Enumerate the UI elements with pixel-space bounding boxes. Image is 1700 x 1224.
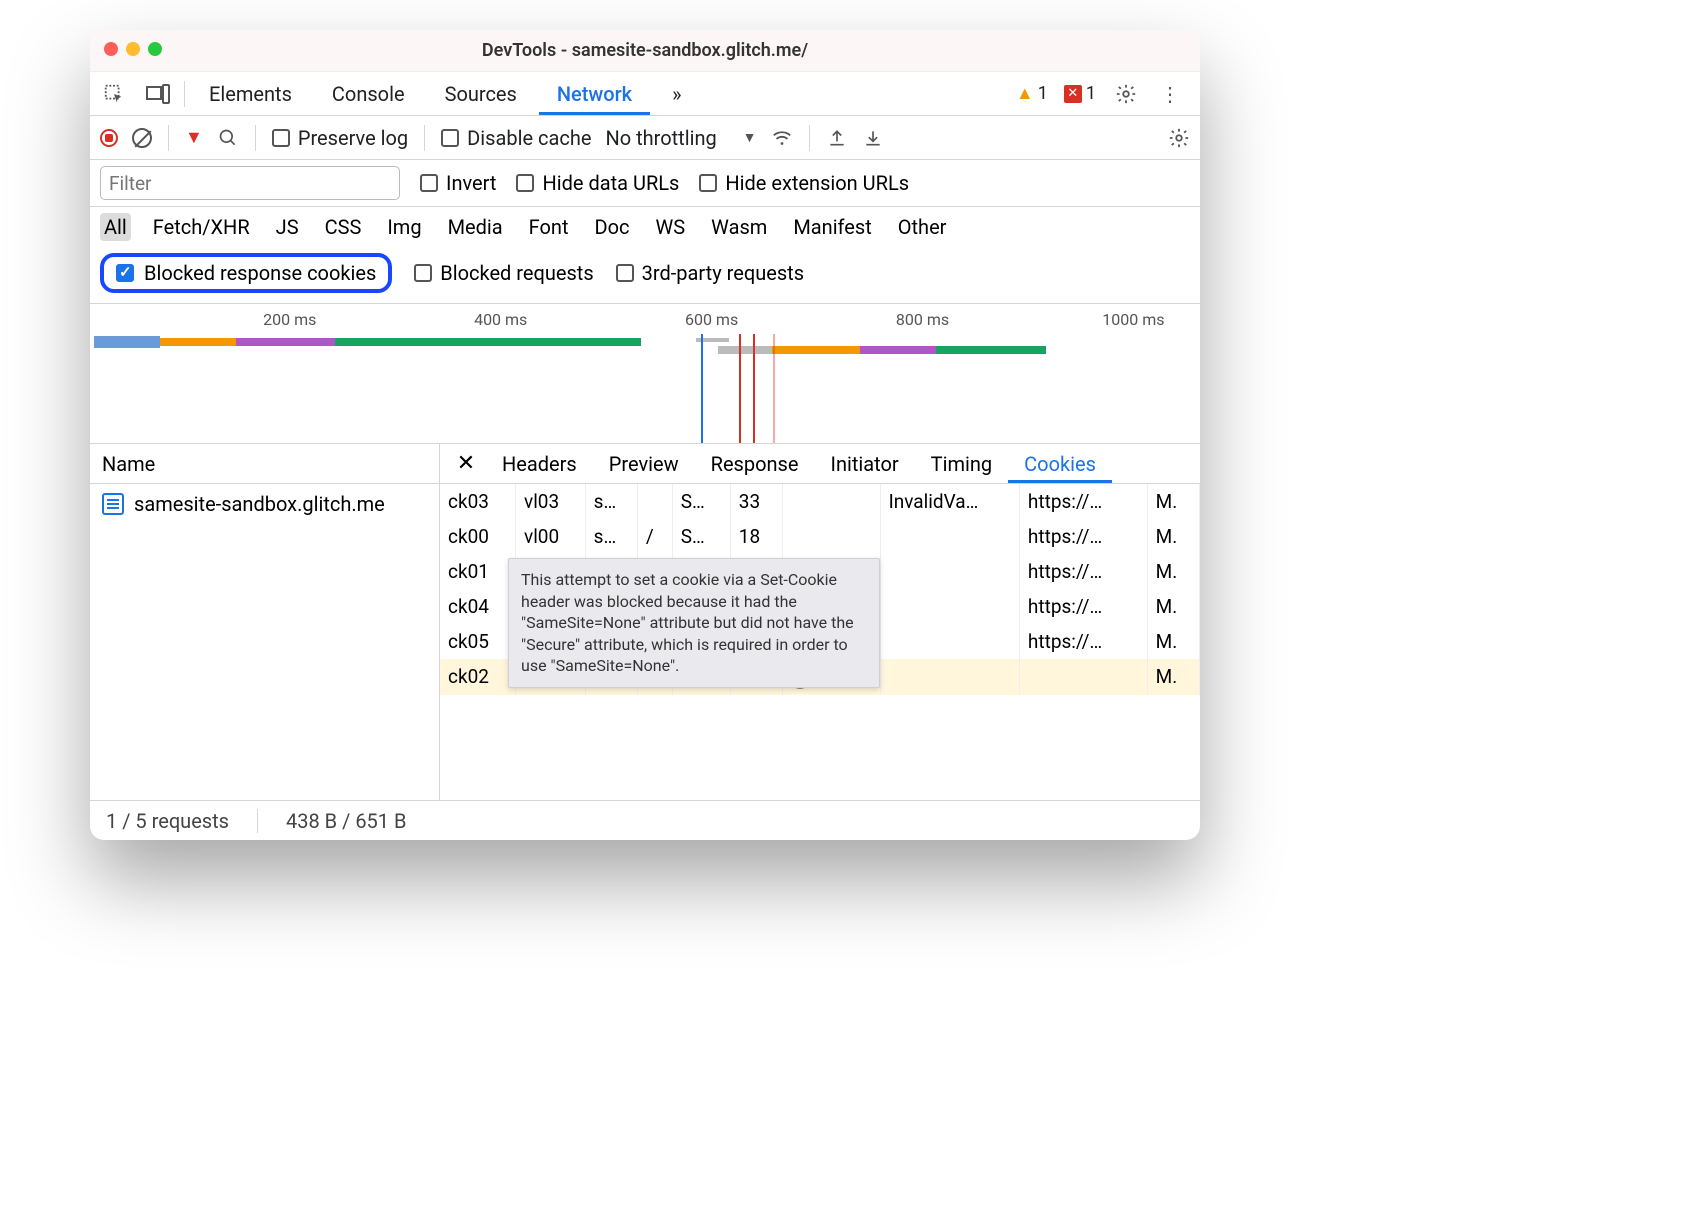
document-icon <box>102 493 124 515</box>
type-ws[interactable]: WS <box>652 213 690 241</box>
type-doc[interactable]: Doc <box>591 213 634 241</box>
name-column-header[interactable]: Name <box>90 444 439 484</box>
network-toolbar: ▼ Preserve log Disable cache No throttli… <box>90 116 1200 160</box>
detail-panel: ✕ HeadersPreviewResponseInitiatorTimingC… <box>440 444 1200 800</box>
third-party-checkbox[interactable]: 3rd-party requests <box>616 261 804 285</box>
warnings-count[interactable]: ▲1 <box>1016 83 1048 104</box>
close-detail-button[interactable]: ✕ <box>446 451 486 476</box>
filter-input[interactable] <box>100 166 400 200</box>
device-icon[interactable] <box>138 84 178 104</box>
inspect-icon[interactable] <box>94 83 134 105</box>
search-icon[interactable] <box>217 127 239 149</box>
type-media[interactable]: Media <box>444 213 507 241</box>
close-icon[interactable] <box>104 42 118 56</box>
detail-tab-cookies[interactable]: Cookies <box>1008 444 1112 483</box>
split-view: Name samesite-sandbox.glitch.me ✕ Header… <box>90 444 1200 800</box>
status-bar: 1 / 5 requests 438 B / 651 B <box>90 800 1200 840</box>
devtools-window: DevTools - samesite-sandbox.glitch.me/ E… <box>90 30 1200 840</box>
type-js[interactable]: JS <box>272 213 303 241</box>
error-icon: ✕ <box>1064 85 1082 103</box>
window-title: DevTools - samesite-sandbox.glitch.me/ <box>482 40 808 61</box>
titlebar: DevTools - samesite-sandbox.glitch.me/ <box>90 30 1200 72</box>
cookie-blocked-tooltip: This attempt to set a cookie via a Set-C… <box>508 558 880 688</box>
timeline-tick: 800 ms <box>896 310 949 329</box>
cookies-table[interactable]: ck03vl03s…S…33InvalidVa…https://…M.ck00v… <box>440 484 1200 800</box>
record-button[interactable] <box>100 129 118 147</box>
throttling-select[interactable]: No throttling ▼ <box>605 126 756 150</box>
detail-tabs: ✕ HeadersPreviewResponseInitiatorTimingC… <box>440 444 1200 484</box>
traffic-lights[interactable] <box>104 42 162 56</box>
type-font[interactable]: Font <box>525 213 573 241</box>
detail-tab-initiator[interactable]: Initiator <box>815 444 915 483</box>
type-fetchxhr[interactable]: Fetch/XHR <box>149 213 254 241</box>
detail-tab-response[interactable]: Response <box>695 444 815 483</box>
hide-data-urls-checkbox[interactable]: Hide data URLs <box>516 171 679 195</box>
load-line <box>739 334 741 443</box>
settings-icon[interactable] <box>1106 83 1146 105</box>
panel-settings-icon[interactable] <box>1168 127 1190 149</box>
filter-bar: Invert Hide data URLs Hide extension URL… <box>90 160 1200 207</box>
invert-checkbox[interactable]: Invert <box>420 171 496 195</box>
timeline-overview[interactable]: 200 ms 400 ms 600 ms 800 ms 1000 ms <box>90 304 1200 444</box>
timeline-tick: 1000 ms <box>1102 310 1164 329</box>
kebab-icon[interactable]: ⋮ <box>1150 82 1190 106</box>
type-css[interactable]: CSS <box>321 213 366 241</box>
tab-sources[interactable]: Sources <box>427 72 535 115</box>
cookie-row[interactable]: ck00vl00s…/S…18https://…M. <box>440 519 1200 554</box>
download-icon[interactable] <box>862 127 884 149</box>
minimize-icon[interactable] <box>126 42 140 56</box>
upload-icon[interactable] <box>826 127 848 149</box>
cookie-row[interactable]: ck03vl03s…S…33InvalidVa…https://…M. <box>440 484 1200 519</box>
preserve-log-checkbox[interactable]: Preserve log <box>272 126 408 150</box>
type-img[interactable]: Img <box>383 213 425 241</box>
blocked-cookies-checkbox[interactable]: Blocked response cookies <box>100 253 392 293</box>
tab-elements[interactable]: Elements <box>191 72 310 115</box>
request-count: 1 / 5 requests <box>106 809 229 833</box>
type-all[interactable]: All <box>100 213 131 241</box>
tab-network[interactable]: Network <box>539 72 650 115</box>
domcontentloaded-line <box>701 334 703 443</box>
clear-button[interactable] <box>132 128 152 148</box>
tab-console[interactable]: Console <box>314 72 423 115</box>
resource-type-filter: All Fetch/XHR JS CSS Img Media Font Doc WS Wasm Ma… <box>90 207 1200 247</box>
detail-tab-preview[interactable]: Preview <box>593 444 695 483</box>
timeline-tick: 200 ms <box>263 310 316 329</box>
timeline-tick: 400 ms <box>474 310 527 329</box>
zoom-icon[interactable] <box>148 42 162 56</box>
type-manifest[interactable]: Manifest <box>789 213 875 241</box>
timeline-tick: 600 ms <box>685 310 738 329</box>
warning-icon: ▲ <box>1016 83 1034 104</box>
filter-icon[interactable]: ▼ <box>185 127 203 148</box>
hide-extension-urls-checkbox[interactable]: Hide extension URLs <box>699 171 909 195</box>
type-other[interactable]: Other <box>894 213 951 241</box>
type-wasm[interactable]: Wasm <box>707 213 771 241</box>
detail-tab-headers[interactable]: Headers <box>486 444 593 483</box>
blocked-requests-checkbox[interactable]: Blocked requests <box>414 261 593 285</box>
request-list: Name samesite-sandbox.glitch.me <box>90 444 440 800</box>
extra-filters: Blocked response cookies Blocked request… <box>90 247 1200 304</box>
disable-cache-checkbox[interactable]: Disable cache <box>441 126 591 150</box>
errors-count[interactable]: ✕1 <box>1064 83 1096 104</box>
more-tabs-button[interactable]: » <box>654 72 699 115</box>
transfer-size: 438 B / 651 B <box>286 809 406 833</box>
network-conditions-icon[interactable] <box>771 127 793 149</box>
request-row[interactable]: samesite-sandbox.glitch.me <box>90 484 439 524</box>
detail-tab-timing[interactable]: Timing <box>915 444 1008 483</box>
main-tabs: ElementsConsoleSourcesNetwork » ▲1 ✕1 ⋮ <box>90 72 1200 116</box>
